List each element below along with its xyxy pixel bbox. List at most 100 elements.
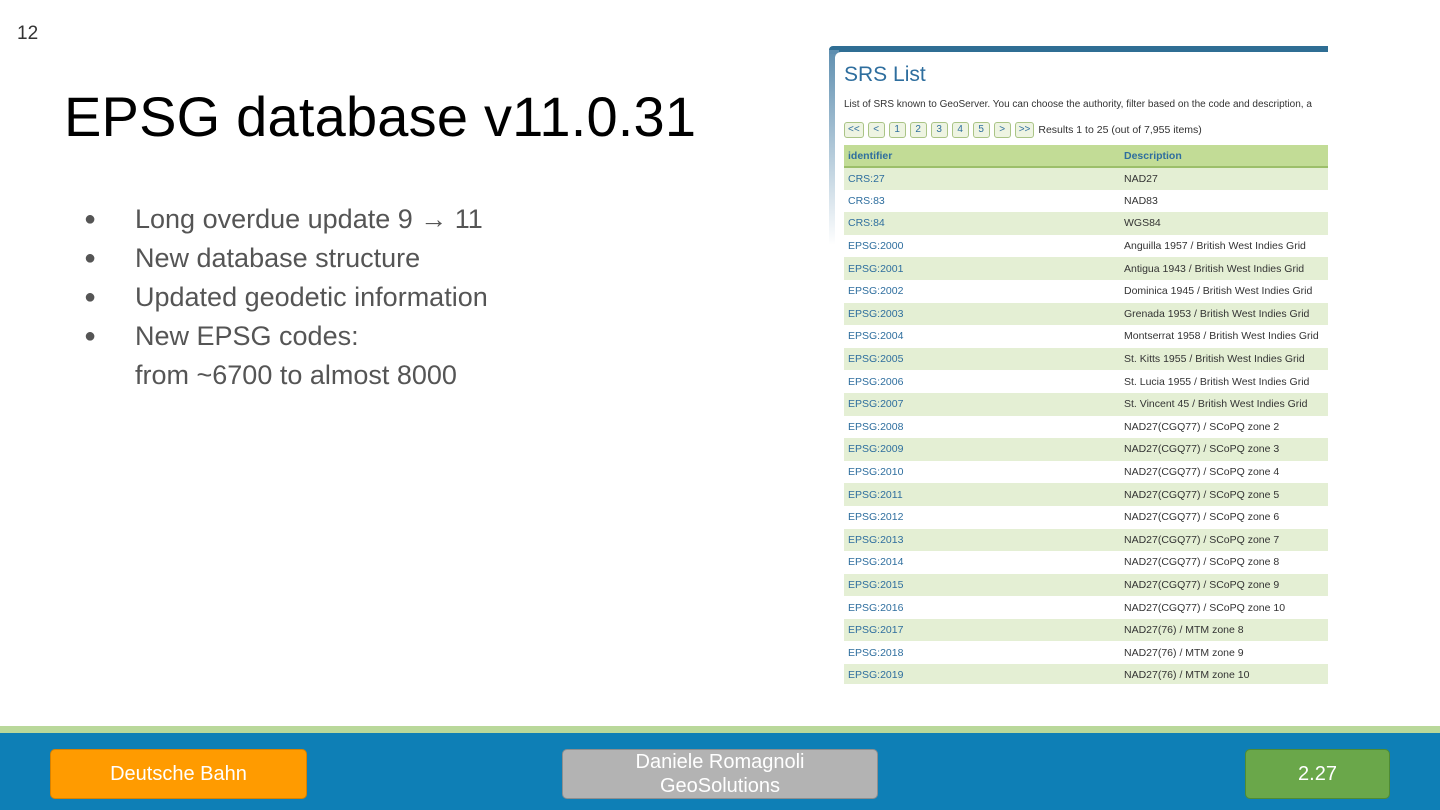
- company-label: Deutsche Bahn: [110, 763, 247, 785]
- srs-description: NAD27(CGQ77) / SCoPQ zone 10: [1124, 601, 1286, 614]
- table-row: EPSG:2011 NAD27(CGQ77) / SCoPQ zone 5: [844, 483, 1328, 506]
- bullet-text: Long overdue update 9 → 11: [135, 204, 483, 234]
- srs-description: Antigua 1943 / British West Indies Grid: [1120, 257, 1328, 280]
- srs-description: NAD27(CGQ77) / SCoPQ zone 2: [1124, 420, 1280, 433]
- srs-description: NAD27(CGQ77) / SCoPQ zone 8: [1124, 556, 1280, 569]
- srs-list-title: SRS List: [844, 63, 926, 86]
- bullet-dot-icon: ●: [84, 208, 97, 230]
- column-header-identifier[interactable]: identifier: [844, 145, 1120, 168]
- pager-page-button[interactable]: 4: [951, 122, 969, 138]
- pager-page-button[interactable]: 1: [888, 122, 906, 138]
- bullet-item: ● New database structure: [84, 239, 734, 278]
- table-row: EPSG:2001 Antigua 1943 / British West Ind…: [844, 257, 1328, 280]
- srs-identifier-link[interactable]: EPSG:2011: [844, 483, 1120, 506]
- srs-description: NAD83: [1124, 194, 1158, 207]
- srs-identifier-link[interactable]: EPSG:2017: [844, 618, 1120, 642]
- srs-description: NAD27(CGQ77) / SCoPQ zone 3: [1120, 438, 1328, 461]
- table-row: CRS:84 WGS84: [844, 212, 1328, 235]
- bullet-text: Updated geodetic information: [135, 282, 488, 312]
- table-row: EPSG:2008 NAD27(CGQ77) / SCoPQ zone 2: [844, 416, 1328, 439]
- srs-identifier-link[interactable]: EPSG:2009: [844, 438, 1120, 461]
- srs-description: NAD27(CGQ77) / SCoPQ zone 4: [1124, 466, 1280, 479]
- srs-identifier-link[interactable]: EPSG:2004: [844, 325, 1120, 348]
- screenshot-content: SRS List List of SRS known to GeoServer.…: [835, 52, 1328, 684]
- table-row: EPSG:2000 Anguilla 1957 / British West In…: [844, 235, 1328, 258]
- bullet-dot-icon: ●: [84, 286, 97, 308]
- srs-description: NAD27(CGQ77) / SCoPQ zone 6: [1124, 511, 1280, 524]
- bullet-text: New database structure: [135, 243, 421, 273]
- srs-description: St. Vincent 45 / British West Indies Gri…: [1120, 392, 1328, 416]
- pager-page-button[interactable]: 2: [909, 122, 927, 138]
- srs-list-description: List of SRS known to GeoServer. You can …: [844, 99, 1312, 110]
- table-row: EPSG:2017 NAD27(76) / MTM zone 8: [844, 618, 1328, 642]
- table-row: EPSG:2014 NAD27(CGQ77) / SCoPQ zone 8: [844, 551, 1328, 574]
- srs-description: Dominica 1945 / British West Indies Grid: [1124, 285, 1313, 298]
- table-row: EPSG:2018 NAD27(76) / MTM zone 9: [844, 641, 1328, 664]
- table-row: CRS:27 NAD27: [844, 167, 1328, 190]
- bullet-dot-icon: ●: [84, 325, 97, 347]
- company-badge: Deutsche Bahn: [50, 749, 307, 799]
- pager-last-button[interactable]: >>: [1014, 122, 1035, 138]
- srs-identifier-link[interactable]: EPSG:2000: [844, 235, 1120, 258]
- srs-identifier-link[interactable]: EPSG:2012: [844, 506, 1120, 529]
- bullet-list: ● Long overdue update 9 → 11 ● New databas…: [84, 200, 734, 395]
- column-header-description[interactable]: Description: [1120, 145, 1328, 168]
- table-body: CRS:27 NAD27 CRS:83 NAD83 CRS:84 WGS84 EPSG:20…: [844, 167, 1328, 684]
- srs-description: Grenada 1953 / British West Indies Grid: [1120, 302, 1328, 326]
- bullet-text: New EPSG codes:: [135, 321, 359, 351]
- pager-page-button[interactable]: 5: [972, 122, 990, 138]
- pager-next-button[interactable]: >: [993, 122, 1011, 138]
- srs-table: identifier Description CRS:27 NAD27 CRS:83…: [844, 145, 1328, 684]
- table-row: EPSG:2004 Montserrat 1958 / British West …: [844, 325, 1328, 348]
- srs-identifier-link[interactable]: EPSG:2015: [844, 573, 1120, 597]
- table-row: CRS:83 NAD83: [844, 190, 1328, 213]
- srs-identifier-link[interactable]: EPSG:2008: [844, 416, 1120, 439]
- bullet-item: ● Long overdue update 9 → 11: [84, 200, 734, 239]
- srs-identifier-link[interactable]: EPSG:2001: [844, 257, 1120, 280]
- version-label: 2.27: [1298, 763, 1337, 785]
- author-company: GeoSolutions: [659, 775, 781, 797]
- srs-identifier-link[interactable]: EPSG:2007: [844, 392, 1120, 416]
- srs-description: WGS84: [1120, 212, 1328, 235]
- srs-list-screenshot: SRS List List of SRS known to GeoServer.…: [829, 46, 1328, 684]
- srs-description: St. Kitts 1955 / British West Indies Gri…: [1120, 347, 1328, 371]
- table-row: EPSG:2010 NAD27(CGQ77) / SCoPQ zone 4: [844, 461, 1328, 484]
- pager-result-text: Results 1 to 25 (out of 7,955 items): [1038, 124, 1202, 136]
- srs-identifier-link[interactable]: CRS:84: [844, 212, 1120, 235]
- srs-identifier-link[interactable]: EPSG:2016: [844, 596, 1120, 619]
- author-badge: Daniele Romagnoli GeoSolutions: [562, 749, 878, 799]
- srs-identifier-link[interactable]: EPSG:2010: [844, 461, 1120, 484]
- pager-page-button[interactable]: 3: [930, 122, 948, 138]
- bullet-item: ● New EPSG codes: from ~6700 to almost 800…: [84, 317, 734, 395]
- srs-identifier-link[interactable]: EPSG:2014: [844, 551, 1120, 574]
- table-row: EPSG:2015 NAD27(CGQ77) / SCoPQ zone 9: [844, 573, 1328, 597]
- author-name: Daniele Romagnoli: [635, 751, 805, 773]
- table-row: EPSG:2019 NAD27(76) / MTM zone 10: [844, 664, 1328, 684]
- slide-title: EPSG database v11.0.31: [64, 85, 697, 148]
- pager-first-button[interactable]: <<: [844, 122, 864, 138]
- srs-identifier-link[interactable]: EPSG:2018: [844, 641, 1120, 664]
- table-row: EPSG:2002 Dominica 1945 / British West In…: [844, 280, 1328, 303]
- bullet-continuation: from ~6700 to almost 8000: [135, 360, 457, 390]
- table-row: EPSG:2012 NAD27(CGQ77) / SCoPQ zone 6: [844, 506, 1328, 529]
- srs-description: NAD27(76) / MTM zone 8: [1120, 618, 1328, 642]
- srs-description: St. Lucia 1955 / British West Indies Gri…: [1124, 375, 1310, 388]
- srs-description: NAD27(76) / MTM zone 9: [1124, 646, 1244, 659]
- srs-identifier-link[interactable]: EPSG:2019: [844, 664, 1120, 684]
- srs-description: NAD27(CGQ77) / SCoPQ zone 9: [1120, 573, 1328, 597]
- srs-description: NAD27(76) / MTM zone 10: [1120, 664, 1328, 684]
- srs-identifier-link[interactable]: EPSG:2005: [844, 347, 1120, 371]
- srs-description: NAD27: [1120, 167, 1328, 190]
- srs-identifier-link[interactable]: EPSG:2006: [844, 370, 1120, 393]
- pager: << < 1 2 3 4 5 > >> Results 1 to 25 (out…: [844, 122, 1202, 138]
- srs-identifier-link[interactable]: CRS:83: [844, 190, 1120, 213]
- srs-identifier-link[interactable]: EPSG:2003: [844, 302, 1120, 326]
- srs-identifier-link[interactable]: CRS:27: [844, 167, 1120, 190]
- pager-prev-button[interactable]: <: [867, 122, 885, 138]
- table-row: EPSG:2016 NAD27(CGQ77) / SCoPQ zone 10: [844, 596, 1328, 619]
- table-row: EPSG:2005 St. Kitts 1955 / British West I…: [844, 347, 1328, 371]
- version-badge: 2.27: [1245, 749, 1390, 799]
- srs-identifier-link[interactable]: EPSG:2013: [844, 528, 1120, 552]
- srs-identifier-link[interactable]: EPSG:2002: [844, 280, 1120, 303]
- table-header-row: identifier Description: [844, 145, 1328, 168]
